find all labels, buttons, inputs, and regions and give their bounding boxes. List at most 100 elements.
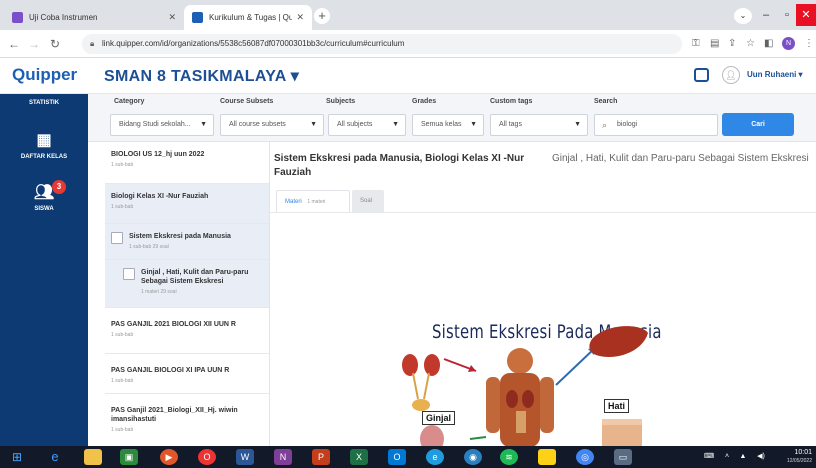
share-icon[interactable]: ⇪	[728, 38, 736, 49]
sidebar-item-siswa[interactable]: 👥︎ 3 SISWA	[0, 180, 88, 212]
reload-icon[interactable]: ↻	[50, 37, 60, 51]
media-player-icon[interactable]: ▶	[160, 449, 178, 465]
skin-image	[602, 419, 642, 447]
subjects-value: All subjects	[337, 121, 373, 128]
chapter-item[interactable]: Sistem Ekskresi pada Manusia 1 sub-bab 2…	[105, 224, 269, 260]
search-input[interactable]: ⌕ biologi	[594, 114, 718, 136]
onenote-icon[interactable]: N	[274, 449, 292, 465]
course-item[interactable]: PAS GANJIL BIOLOGI XI IPA UUN R 1 sub-ba…	[105, 354, 269, 394]
network-icon[interactable]: ▲	[734, 449, 752, 465]
sidebar-item-label: SISWA	[34, 206, 54, 212]
arrow-icon	[443, 358, 477, 372]
maximize-icon[interactable]: ▫	[778, 4, 796, 26]
sidebar-item-label: DAFTAR KELAS	[20, 154, 68, 160]
sticky-notes-icon[interactable]	[538, 449, 556, 465]
back-icon[interactable]: ←	[8, 37, 20, 51]
profile-avatar[interactable]: N	[782, 37, 795, 50]
sidebar-item-daftar-kelas[interactable]: ▦ DAFTAR KELAS	[0, 132, 88, 160]
powerpoint-icon[interactable]: P	[312, 449, 330, 465]
chapter-checkbox[interactable]	[111, 232, 123, 244]
excel-icon[interactable]: X	[350, 449, 368, 465]
class-list-icon: ▦	[36, 132, 52, 149]
custom-tags-value: All tags	[499, 121, 522, 128]
subchapter-item[interactable]: Ginjal , Hati, Kulit dan Paru-paru Sebag…	[105, 260, 269, 308]
internet-explorer-icon[interactable]: e	[46, 449, 64, 465]
slide-label-ginjal: Ginjal	[422, 411, 456, 425]
key-icon[interactable]: ⚿	[692, 38, 700, 49]
keyboard-icon[interactable]: ⌨	[700, 449, 718, 465]
course-subsets-select[interactable]: All course subsets ▼	[220, 114, 324, 136]
sidepanel-icon[interactable]: ◧	[764, 38, 773, 49]
filter-bar: Category Course Subsets Subjects Grades …	[88, 94, 816, 142]
forward-icon[interactable]: →	[28, 37, 40, 51]
course-item[interactable]: PAS Ganjil 2021_Biologi_XII_Hj. wiwin im…	[105, 394, 269, 446]
address-bar-row: ← → ↻ 🔒︎ link.quipper.com/id/organizatio…	[0, 30, 816, 58]
translate-icon[interactable]: ▤	[710, 38, 719, 49]
app-header: Quipper SMAN 8 TASIKMALAYA ▾ 👤︎ Uun Ruha…	[0, 58, 816, 94]
sidebar-item-statistik[interactable]: STATISTIK	[0, 100, 88, 106]
file-explorer-icon[interactable]	[84, 449, 102, 465]
lock-icon: 🔒︎	[90, 39, 95, 48]
chrome-icon[interactable]: ◎	[576, 449, 594, 465]
browser-menu-icon[interactable]: ⋮	[804, 38, 814, 49]
category-value: Bidang Studi sekolah...	[119, 121, 191, 128]
people-icon[interactable]: ◉	[464, 449, 482, 465]
caret-down-icon: ▼	[200, 121, 207, 128]
course-title: PAS GANJIL BIOLOGI XI IPA UUN R	[111, 367, 230, 374]
volume-icon[interactable]: ◀)	[752, 449, 770, 465]
course-title: BIOLOGI US 12_hj uun 2022	[111, 151, 205, 158]
close-tab-icon[interactable]: ✕	[168, 12, 176, 23]
search-button[interactable]: Cari	[722, 113, 794, 136]
quipper-logo[interactable]: Quipper	[12, 65, 77, 85]
close-tab-icon[interactable]: ✕	[296, 12, 304, 23]
course-item[interactable]: PAS GANJIL 2021 BIOLOGI XII UUN R 1 sub-…	[105, 308, 269, 354]
minimize-icon[interactable]: –	[756, 4, 776, 26]
category-select[interactable]: Bidang Studi sekolah... ▼	[110, 114, 214, 136]
grades-select[interactable]: Semua kelas ▼	[412, 114, 484, 136]
user-menu[interactable]: Uun Ruhaeni ▾	[747, 70, 803, 79]
opera-icon[interactable]: O	[198, 449, 216, 465]
edge-icon[interactable]: e	[426, 449, 444, 465]
tab-materi-label: Materi	[285, 199, 302, 205]
slide-label-hati: Hati	[604, 399, 630, 413]
word-icon[interactable]: W	[236, 449, 254, 465]
window-app-icon[interactable]: ▭	[614, 449, 632, 465]
browser-tab-kurikulum[interactable]: Kurikulum & Tugas | Quipper Sch ✕	[184, 5, 312, 30]
tab-materi[interactable]: Materi 1 materi	[276, 190, 350, 212]
windows-start-icon[interactable]: ⊞	[8, 449, 26, 465]
subchapter-checkbox[interactable]	[123, 268, 135, 280]
tab-soal[interactable]: Soal	[352, 190, 384, 212]
school-selector[interactable]: SMAN 8 TASIKMALAYA ▾	[104, 66, 299, 86]
notification-badge: 3	[52, 180, 66, 194]
chrome-menu-icon[interactable]: ⌄	[734, 8, 752, 24]
chat-icon[interactable]	[694, 68, 709, 82]
caret-down-icon: ▼	[470, 121, 477, 128]
store-icon[interactable]: ▣	[120, 449, 138, 465]
course-title: PAS GANJIL 2021 BIOLOGI XII UUN R	[111, 321, 236, 328]
user-avatar-icon[interactable]: 👤︎	[722, 66, 740, 84]
outlook-icon[interactable]: O	[388, 449, 406, 465]
subchapter-sub: 1 materi 29 soal	[141, 289, 177, 295]
subjects-select[interactable]: All subjects ▼	[328, 114, 406, 136]
close-window-icon[interactable]: ✕	[796, 4, 816, 26]
system-clock[interactable]: 10:01 12/05/2022	[780, 449, 812, 465]
course-item[interactable]: Biologi Kelas XI -Nur Fauziah 1 sub-bab	[105, 184, 269, 224]
course-subsets-label: Course Subsets	[220, 98, 274, 105]
spotify-icon[interactable]: ≋	[500, 449, 518, 465]
browser-tab-uji-coba[interactable]: Uji Coba Instrumen ✕	[4, 5, 184, 30]
material-slide: Sistem Ekskresi Pada Manusia Ginjal Hati	[270, 212, 816, 447]
new-tab-button[interactable]: +	[314, 8, 330, 24]
tab-title: Kurikulum & Tugas | Quipper Sch	[209, 13, 293, 22]
tab-materi-count: 1 materi	[307, 199, 326, 205]
kidney-urinary-image	[402, 354, 440, 411]
caret-down-icon: ▼	[392, 121, 399, 128]
quipper-favicon-icon	[192, 12, 203, 23]
search-icon: ⌕	[602, 120, 608, 130]
url-input[interactable]: 🔒︎ link.quipper.com/id/organizations/553…	[82, 34, 682, 54]
left-nav-sidebar: STATISTIK ▦ DAFTAR KELAS 👥︎ 3 SISWA	[0, 94, 88, 446]
custom-tags-select[interactable]: All tags ▼	[490, 114, 588, 136]
excretion-illustration	[402, 326, 648, 447]
course-item[interactable]: BIOLOGI US 12_hj uun 2022 1 sub-bab	[105, 142, 269, 184]
caret-down-icon: ▼	[310, 121, 317, 128]
bookmark-star-icon[interactable]: ☆	[746, 38, 755, 49]
